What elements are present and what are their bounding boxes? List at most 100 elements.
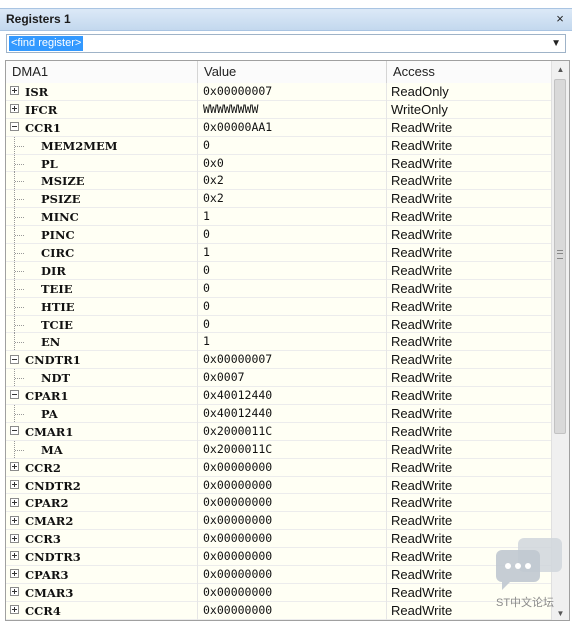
row-value-cell[interactable]: 0x2000011C	[203, 441, 272, 458]
row-name-cell: PINC	[14, 226, 200, 244]
field-row[interactable]: MSIZE 0x2 ReadWrite	[6, 172, 553, 191]
row-access-cell: ReadWrite	[391, 245, 453, 261]
grip-icon	[557, 250, 563, 259]
row-value-cell[interactable]: 1	[203, 208, 210, 225]
row-value-cell[interactable]: 0	[203, 316, 210, 333]
row-value-cell[interactable]: 0x40012440	[203, 387, 272, 404]
field-row[interactable]: MA 0x2000011C ReadWrite	[6, 440, 553, 459]
tree-connector	[14, 440, 29, 458]
row-value-cell[interactable]: 0x0007	[203, 369, 245, 386]
row-value-cell[interactable]: 0x2000011C	[203, 423, 272, 440]
expand-icon[interactable]	[10, 497, 19, 507]
row-value-cell[interactable]: 0x00000007	[203, 83, 272, 100]
collapse-icon[interactable]	[10, 426, 19, 436]
register-row[interactable]: CMAR3 0x00000000 ReadWrite	[6, 583, 553, 602]
register-row[interactable]: CCR2 0x00000000 ReadWrite	[6, 458, 553, 477]
row-value-cell[interactable]: 0	[203, 137, 210, 154]
register-row[interactable]: IFCR WWWWWWWW WriteOnly	[6, 100, 553, 119]
expand-icon[interactable]	[10, 587, 19, 597]
row-value-cell[interactable]: 0x00000007	[203, 351, 272, 368]
row-value-cell[interactable]: 0x00000000	[203, 477, 272, 494]
row-value-cell[interactable]: 0	[203, 280, 210, 297]
column-header-name[interactable]: DMA1	[6, 61, 198, 83]
expand-icon[interactable]	[10, 605, 19, 615]
row-name-cell: ISR	[10, 83, 196, 100]
row-value-cell[interactable]: 0x00000000	[203, 530, 272, 547]
row-value-cell[interactable]: 0x2	[203, 172, 224, 189]
expand-icon[interactable]	[10, 104, 19, 114]
expand-icon[interactable]	[10, 551, 19, 561]
row-value-cell[interactable]: 0x00000AA1	[203, 119, 272, 136]
field-row[interactable]: PA 0x40012440 ReadWrite	[6, 405, 553, 423]
chevron-down-icon[interactable]: ▼	[551, 35, 561, 53]
collapse-icon[interactable]	[10, 390, 19, 400]
find-register-input[interactable]: <find register>	[9, 36, 84, 51]
row-value-cell[interactable]: 0x00000000	[203, 584, 272, 601]
row-name-cell: CCR2	[10, 459, 196, 476]
row-name-cell: HTIE	[14, 297, 200, 315]
register-row[interactable]: CCR4 0x00000000 ReadWrite	[6, 601, 553, 620]
expand-icon[interactable]	[10, 461, 19, 471]
field-row[interactable]: NDT 0x0007 ReadWrite	[6, 369, 553, 388]
register-name: CNDTR2	[25, 478, 81, 493]
collapse-icon[interactable]	[10, 354, 19, 364]
expand-icon[interactable]	[10, 533, 19, 543]
column-header-value[interactable]: Value	[198, 61, 387, 83]
field-row[interactable]: TEIE 0 ReadWrite	[6, 279, 553, 298]
expand-icon[interactable]	[10, 86, 19, 96]
field-row[interactable]: TCIE 0 ReadWrite	[6, 315, 553, 334]
field-row[interactable]: EN 1 ReadWrite	[6, 333, 553, 352]
expand-icon[interactable]	[10, 479, 19, 489]
row-value-cell[interactable]: 0	[203, 298, 210, 315]
register-row[interactable]: CPAR3 0x00000000 ReadWrite	[6, 566, 553, 584]
row-value-cell[interactable]: 0x00000000	[203, 459, 272, 476]
find-register-combobox[interactable]: <find register> ▼	[6, 34, 566, 53]
expand-icon[interactable]	[10, 515, 19, 525]
row-name-cell: CMAR1	[10, 423, 196, 440]
tree-connector	[14, 208, 29, 226]
close-button[interactable]: ×	[552, 10, 568, 28]
row-value-cell[interactable]: 0x00000000	[203, 566, 272, 583]
row-value-cell[interactable]: 0x0	[203, 155, 224, 172]
row-access-cell: ReadWrite	[391, 316, 453, 332]
row-name-cell: MA	[14, 440, 200, 458]
collapse-icon[interactable]	[10, 122, 19, 132]
register-row[interactable]: CNDTR2 0x00000000 ReadWrite	[6, 476, 553, 495]
row-value-cell[interactable]: 0x00000000	[203, 602, 272, 619]
row-value-cell[interactable]: 1	[203, 333, 210, 350]
field-row[interactable]: MEM2MEM 0 ReadWrite	[6, 136, 553, 155]
column-header-access[interactable]: Access	[387, 61, 553, 83]
row-access-cell: ReadWrite	[391, 209, 453, 225]
field-name: EN	[41, 335, 61, 350]
row-value-cell[interactable]: 0x40012440	[203, 405, 272, 422]
register-row[interactable]: CPAR2 0x00000000 ReadWrite	[6, 494, 553, 513]
row-value-cell[interactable]: 1	[203, 244, 210, 261]
row-value-cell[interactable]: 0x2	[203, 190, 224, 207]
row-name-cell: CIRC	[14, 244, 200, 262]
field-row[interactable]: PL 0x0 ReadWrite	[6, 154, 553, 173]
field-row[interactable]: PSIZE 0x2 ReadWrite	[6, 190, 553, 209]
register-row[interactable]: CMAR2 0x00000000 ReadWrite	[6, 512, 553, 531]
expand-icon[interactable]	[10, 569, 19, 579]
register-row[interactable]: CCR3 0x00000000 ReadWrite	[6, 530, 553, 549]
register-row[interactable]: ISR 0x00000007 ReadOnly	[6, 83, 553, 101]
field-row[interactable]: HTIE 0 ReadWrite	[6, 297, 553, 316]
field-row[interactable]: PINC 0 ReadWrite	[6, 226, 553, 245]
scroll-up-arrow-icon[interactable]: ▲	[552, 61, 569, 78]
row-value-cell[interactable]: 0x00000000	[203, 494, 272, 511]
register-row[interactable]: CPAR1 0x40012440 ReadWrite	[6, 387, 553, 406]
field-row[interactable]: MINC 1 ReadWrite	[6, 208, 553, 227]
row-value-cell[interactable]: 0	[203, 262, 210, 279]
register-row[interactable]: CCR1 0x00000AA1 ReadWrite	[6, 118, 553, 137]
field-row[interactable]: DIR 0 ReadWrite	[6, 261, 553, 280]
row-value-cell[interactable]: 0x00000000	[203, 512, 272, 529]
row-value-cell[interactable]: WWWWWWWW	[203, 101, 258, 118]
register-row[interactable]: CMAR1 0x2000011C ReadWrite	[6, 422, 553, 441]
field-row[interactable]: CIRC 1 ReadWrite	[6, 244, 553, 262]
register-name: CCR2	[25, 460, 61, 475]
register-row[interactable]: CNDTR1 0x00000007 ReadWrite	[6, 351, 553, 370]
scrollbar-thumb[interactable]	[554, 79, 566, 434]
row-value-cell[interactable]: 0x00000000	[203, 548, 272, 565]
register-row[interactable]: CNDTR3 0x00000000 ReadWrite	[6, 548, 553, 567]
row-value-cell[interactable]: 0	[203, 226, 210, 243]
